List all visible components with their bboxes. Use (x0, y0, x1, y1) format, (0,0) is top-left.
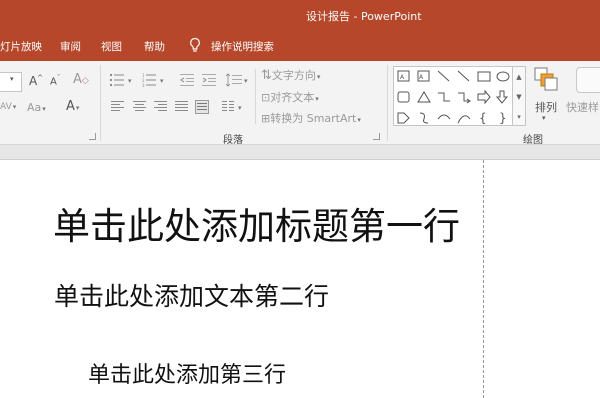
quick-styles-label: 快速样 (566, 101, 599, 114)
ribbon: ▾ A^ Aˇ A◇ AV▾ Aa▾ A▾ ▾ 123 ▾ ▾ ▾ ⇅文字方向▾… (0, 61, 600, 146)
paragraph-group-label: 段落 (223, 135, 243, 146)
change-case-button[interactable]: Aa▾ (27, 101, 46, 114)
increase-indent-icon[interactable] (202, 73, 218, 87)
shapes-gallery-icons: A A { } (397, 70, 510, 125)
bullets-icon[interactable]: ▾ (110, 73, 140, 87)
svg-text:A: A (400, 74, 405, 81)
group-separator (387, 65, 388, 141)
arrange-label: 排列 (535, 101, 557, 114)
line-spacing-icon[interactable]: ▾ (226, 73, 250, 87)
svg-text:{: { (479, 111, 487, 125)
columns-icon[interactable]: ▾ (222, 101, 246, 113)
slide-title-placeholder[interactable]: 单击此处添加标题第一行 (53, 196, 460, 250)
justify-icon[interactable] (175, 101, 189, 113)
tab-help[interactable]: 帮助 (144, 39, 165, 54)
svg-text:}: } (499, 111, 507, 125)
svg-text:A: A (419, 74, 424, 81)
numbering-icon[interactable]: 123 ▾ (142, 73, 172, 87)
gallery-scroll-down-icon[interactable]: ▼ (513, 87, 525, 107)
group-separator (100, 65, 101, 141)
tab-review[interactable]: 审阅 (60, 39, 81, 54)
editor-top-strip (0, 145, 600, 160)
shapes-gallery-scrollbar[interactable]: ▲ ▼ ▾ (513, 66, 526, 126)
slide-canvas[interactable]: 单击此处添加标题第一行 单击此处添加文本第二行 单击此处添加第三行 (0, 160, 600, 398)
gallery-scroll-up-icon[interactable]: ▲ (513, 67, 525, 87)
decrease-indent-icon[interactable] (180, 73, 196, 87)
smartart-icon: ⊞ (261, 112, 271, 125)
font-size-dropdown-icon[interactable]: ▾ (10, 75, 14, 83)
ribbon-tabs: 灯片放映 审阅 视图 帮助 操作说明搜索 (0, 30, 600, 61)
vertical-guide[interactable] (483, 160, 484, 398)
align-right-icon[interactable] (154, 101, 168, 113)
gallery-expand-icon[interactable]: ▾ (513, 107, 525, 127)
tab-slideshow[interactable]: 灯片放映 (0, 39, 42, 54)
font-color-button[interactable]: A▾ (66, 99, 79, 114)
svg-text:▾: ▾ (244, 77, 248, 85)
title-bar: 设计报告 - PowerPoint (0, 0, 600, 30)
arrange-button[interactable]: 排列 ▾ (532, 66, 560, 136)
arrange-icon (534, 67, 558, 91)
arrange-dropdown-icon: ▾ (542, 114, 546, 122)
tab-view[interactable]: 视图 (101, 39, 122, 54)
clear-format-button[interactable]: A◇ (73, 72, 89, 87)
align-text-icon: ⊡ (261, 91, 271, 104)
svg-text:3: 3 (142, 83, 145, 87)
paragraph-dialog-launcher-icon[interactable] (373, 133, 380, 140)
svg-text:▾: ▾ (128, 77, 132, 85)
text-direction-icon: ⇅ (261, 68, 272, 83)
svg-text:▾: ▾ (160, 77, 164, 85)
quick-styles-button[interactable]: 快速样 (566, 66, 600, 136)
align-left-icon[interactable] (111, 101, 125, 113)
slide-body-line-2[interactable]: 单击此处添加文本第二行 (54, 277, 329, 313)
quick-styles-icon (576, 67, 600, 93)
tell-me-search[interactable]: 操作说明搜索 (211, 39, 274, 54)
group-separator (255, 69, 256, 124)
font-dialog-launcher-icon[interactable] (89, 133, 96, 140)
drawing-group-label: 绘图 (523, 135, 543, 146)
grow-font-button[interactable]: A^ (29, 74, 43, 88)
shrink-font-button[interactable]: Aˇ (50, 74, 60, 87)
align-text-button[interactable]: ⊡对齐文本▾ (261, 89, 319, 105)
lightbulb-icon[interactable] (188, 37, 202, 53)
char-spacing-button[interactable]: AV▾ (0, 102, 16, 112)
window-title: 设计报告 - PowerPoint (306, 10, 422, 23)
text-direction-button[interactable]: ⇅文字方向▾ (261, 67, 320, 83)
shapes-gallery[interactable]: A A { } (393, 66, 513, 126)
svg-text:▾: ▾ (238, 104, 242, 112)
distributed-icon[interactable] (195, 100, 209, 114)
align-center-icon[interactable] (133, 101, 147, 113)
convert-smartart-button[interactable]: ⊞转换为 SmartArt▾ (261, 110, 361, 126)
slide-body-line-3[interactable]: 单击此处添加第三行 (88, 357, 286, 389)
